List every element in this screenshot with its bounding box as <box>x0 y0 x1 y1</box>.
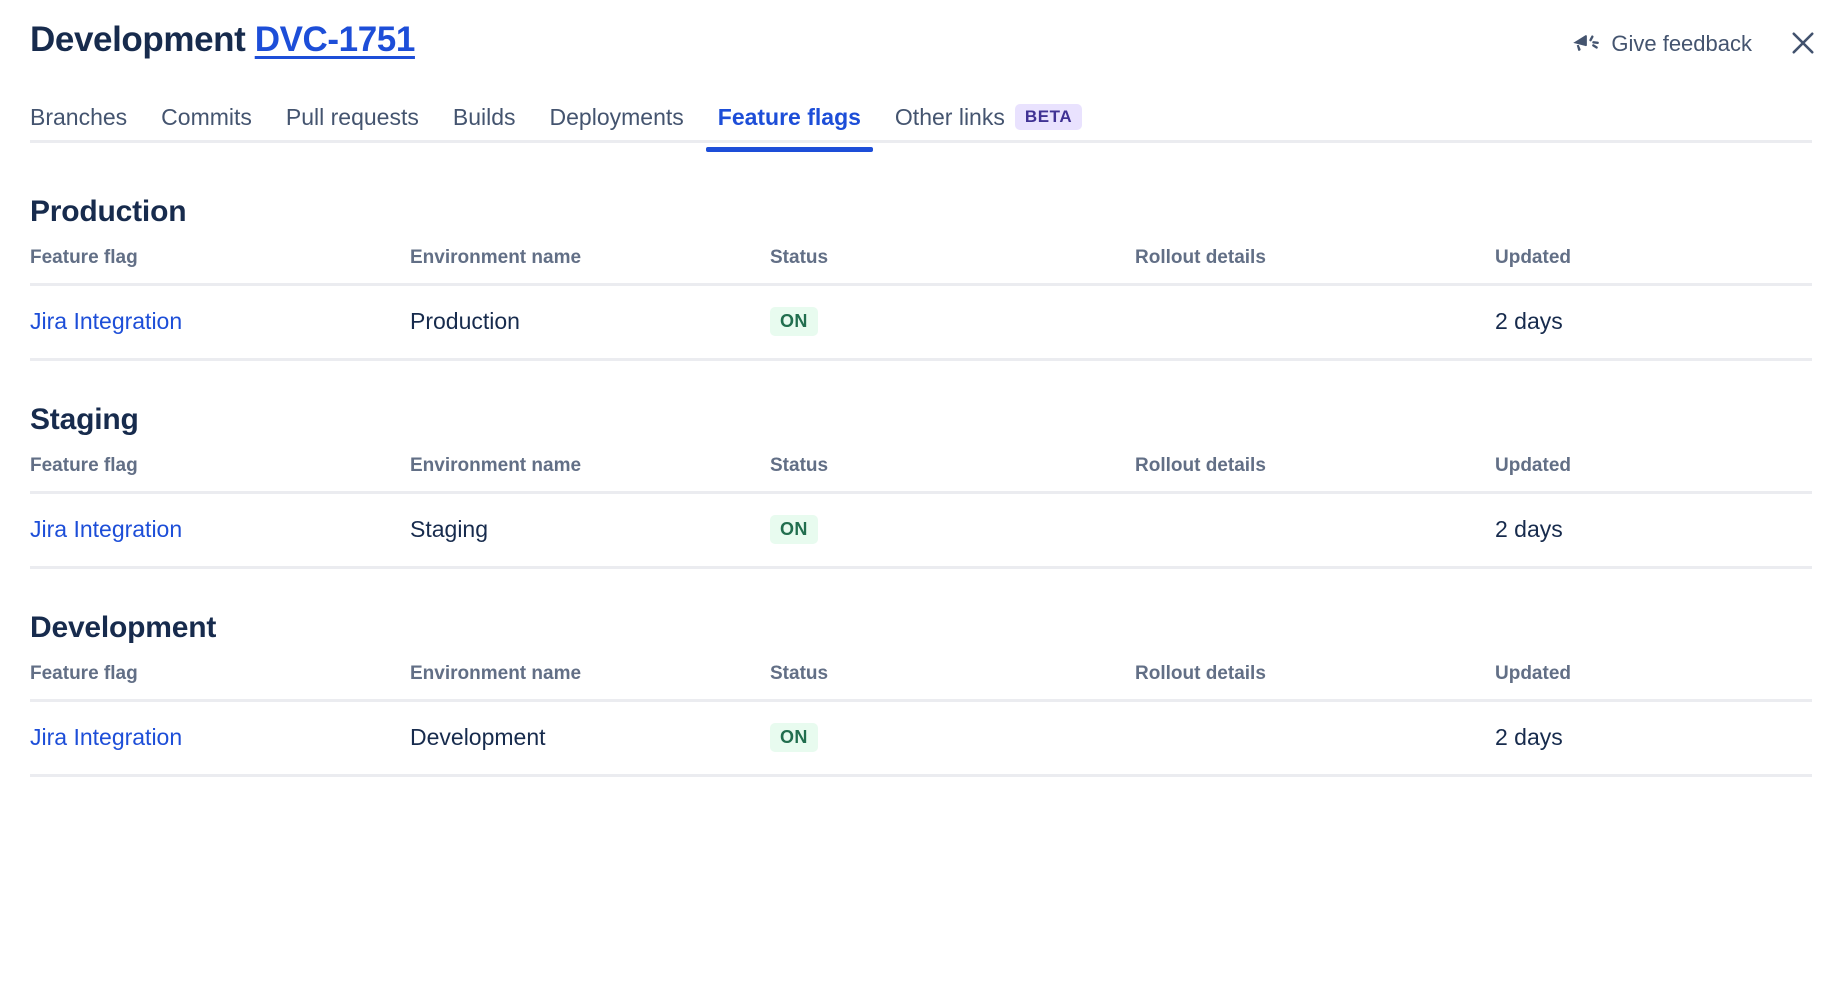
cell-updated: 2 days <box>1495 701 1812 776</box>
tab-label: Pull requests <box>286 104 419 131</box>
tab-label: Branches <box>30 104 127 131</box>
tab-bar-divider <box>30 140 1812 143</box>
column-header-environment-name: Environment name <box>410 455 770 493</box>
column-header-status: Status <box>770 247 1135 285</box>
column-header-rollout-details: Rollout details <box>1135 455 1495 493</box>
cell-updated: 2 days <box>1495 285 1812 360</box>
tab-label: Deployments <box>550 104 684 131</box>
close-icon <box>1788 28 1818 61</box>
cell-status: ON <box>770 285 1135 360</box>
section-development: DevelopmentFeature flagEnvironment nameS… <box>30 609 1812 777</box>
section-title: Production <box>30 193 1812 231</box>
cell-status: ON <box>770 493 1135 568</box>
tab-label: Other links <box>895 104 1005 131</box>
feature-flag-link[interactable]: Jira Integration <box>30 308 182 334</box>
column-header-rollout-details: Rollout details <box>1135 247 1495 285</box>
feature-flag-link[interactable]: Jira Integration <box>30 516 182 542</box>
beta-badge: BETA <box>1015 104 1082 130</box>
column-header-feature-flag: Feature flag <box>30 663 410 701</box>
column-header-updated: Updated <box>1495 247 1812 285</box>
column-header-environment-name: Environment name <box>410 663 770 701</box>
cell-feature-flag: Jira Integration <box>30 285 410 360</box>
feature-flags-content: ProductionFeature flagEnvironment nameSt… <box>0 193 1842 777</box>
feature-flags-table: Feature flagEnvironment nameStatusRollou… <box>30 663 1812 777</box>
section-production: ProductionFeature flagEnvironment nameSt… <box>30 193 1812 361</box>
header-actions: Give feedback <box>1570 18 1820 61</box>
cell-feature-flag: Jira Integration <box>30 701 410 776</box>
cell-rollout-details <box>1135 701 1495 776</box>
cell-environment-name: Development <box>410 701 770 776</box>
tab-list: Branches Commits Pull requests Builds Deploy… <box>30 94 1812 140</box>
feature-flags-table: Feature flagEnvironment nameStatusRollou… <box>30 247 1812 361</box>
section-staging: StagingFeature flagEnvironment nameStatu… <box>30 401 1812 569</box>
tab-label: Feature flags <box>718 104 861 131</box>
table-header-row: Feature flagEnvironment nameStatusRollou… <box>30 663 1812 701</box>
tab-commits[interactable]: Commits <box>144 94 269 140</box>
give-feedback-button[interactable]: Give feedback <box>1570 29 1752 59</box>
tab-feature-flags[interactable]: Feature flags <box>701 94 878 140</box>
tab-branches[interactable]: Branches <box>30 94 144 140</box>
panel-header: Development DVC-1751 Give feedback <box>0 0 1842 78</box>
page-title-text: Development <box>30 20 245 59</box>
page-title: Development DVC-1751 <box>30 18 415 62</box>
cell-rollout-details <box>1135 493 1495 568</box>
table-header-row: Feature flagEnvironment nameStatusRollou… <box>30 247 1812 285</box>
issue-key-link[interactable]: DVC-1751 <box>255 20 415 59</box>
column-header-updated: Updated <box>1495 663 1812 701</box>
development-panel: Development DVC-1751 Give feedback <box>0 0 1842 1004</box>
column-header-status: Status <box>770 663 1135 701</box>
cell-updated: 2 days <box>1495 493 1812 568</box>
feature-flag-link[interactable]: Jira Integration <box>30 724 182 750</box>
table-row: Jira Integration StagingON 2 days <box>30 493 1812 568</box>
cell-status: ON <box>770 701 1135 776</box>
section-title: Staging <box>30 401 1812 439</box>
table-header-row: Feature flagEnvironment nameStatusRollou… <box>30 455 1812 493</box>
column-header-feature-flag: Feature flag <box>30 247 410 285</box>
column-header-rollout-details: Rollout details <box>1135 663 1495 701</box>
feature-flags-table: Feature flagEnvironment nameStatusRollou… <box>30 455 1812 569</box>
cell-rollout-details <box>1135 285 1495 360</box>
close-button[interactable] <box>1786 27 1820 61</box>
give-feedback-label: Give feedback <box>1611 31 1752 57</box>
cell-environment-name: Production <box>410 285 770 360</box>
column-header-environment-name: Environment name <box>410 247 770 285</box>
tab-bar: Branches Commits Pull requests Builds Deploy… <box>30 94 1812 143</box>
tab-label: Builds <box>453 104 516 131</box>
cell-environment-name: Staging <box>410 493 770 568</box>
tab-label: Commits <box>161 104 252 131</box>
column-header-status: Status <box>770 455 1135 493</box>
megaphone-icon <box>1570 29 1600 59</box>
cell-feature-flag: Jira Integration <box>30 493 410 568</box>
tab-pull-requests[interactable]: Pull requests <box>269 94 436 140</box>
status-badge: ON <box>770 307 818 336</box>
column-header-feature-flag: Feature flag <box>30 455 410 493</box>
column-header-updated: Updated <box>1495 455 1812 493</box>
status-badge: ON <box>770 723 818 752</box>
table-row: Jira Integration DevelopmentON 2 days <box>30 701 1812 776</box>
section-title: Development <box>30 609 1812 647</box>
status-badge: ON <box>770 515 818 544</box>
table-row: Jira Integration ProductionON 2 days <box>30 285 1812 360</box>
tab-deployments[interactable]: Deployments <box>533 94 701 140</box>
tab-builds[interactable]: Builds <box>436 94 533 140</box>
tab-other-links[interactable]: Other links BETA <box>878 94 1099 140</box>
